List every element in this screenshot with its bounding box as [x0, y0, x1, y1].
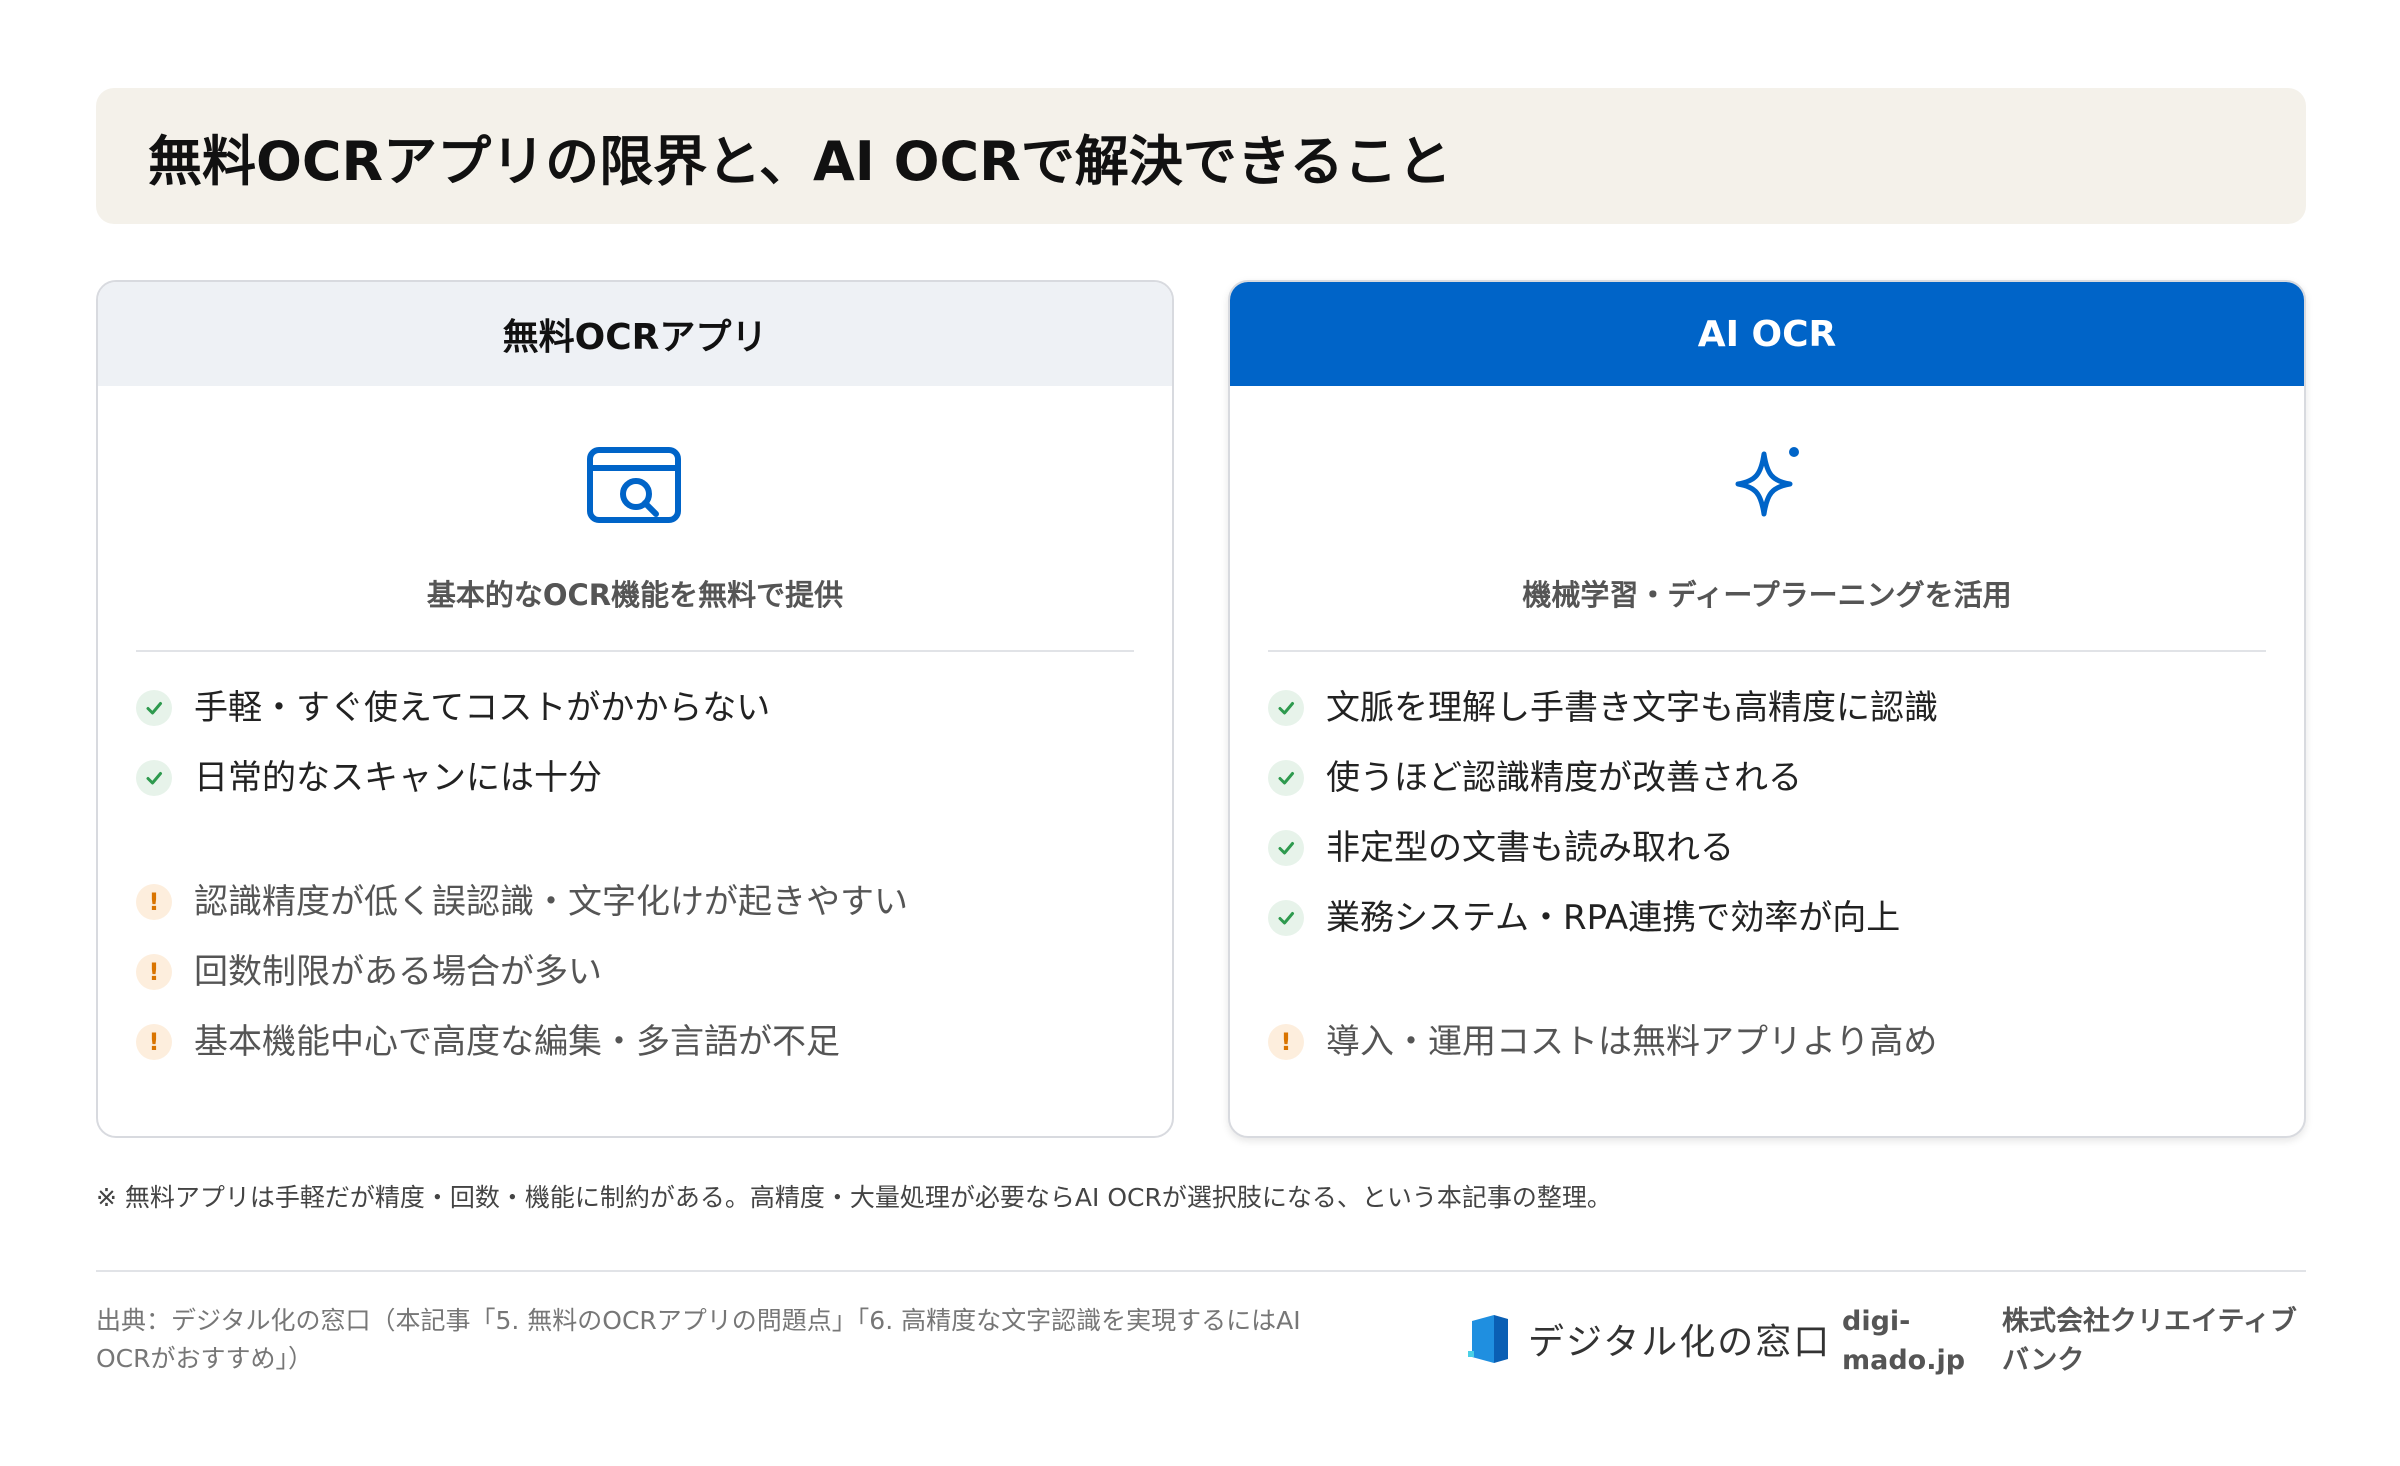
- list-item: 文脈を理解し手書き文字も高精度に認識: [1268, 680, 2284, 736]
- list-item: 業務システム・RPA連携で効率が向上: [1268, 890, 2284, 946]
- pro-text: 非定型の文書も読み取れる: [1326, 827, 1734, 868]
- check-icon: [1268, 690, 1304, 726]
- document-search-icon: [580, 432, 690, 542]
- brand-domain: digi-mado.jp: [1842, 1306, 1966, 1377]
- list-item: 非定型の文書も読み取れる: [1268, 820, 2284, 876]
- page-title: 無料OCRアプリの限界と、AI OCRで解決できること: [148, 129, 1452, 193]
- card-divider: [136, 650, 1134, 652]
- ai-ocr-card-heading: AI OCR: [1230, 282, 2304, 386]
- ai-ocr-card: AI OCR 機械学習・ディープラーニングを活用 文脈を理解し手書き文字も高精度…: [1228, 280, 2306, 1138]
- con-text: 認識精度が低く誤認識・文字化けが起きやすい: [194, 881, 908, 922]
- con-text: 導入・運用コストは無料アプリより高め: [1326, 1021, 1938, 1062]
- warning-icon: !: [1268, 1024, 1304, 1060]
- footer-divider: [96, 1270, 2306, 1272]
- infographic-page: 無料OCRアプリの限界と、AI OCRで解決できること 無料OCRアプリ 基本的…: [0, 0, 2400, 1466]
- free-ocr-card-subtitle: 基本的なOCR機能を無料で提供: [426, 578, 844, 612]
- warning-icon: !: [136, 884, 172, 920]
- sparkle-icon: [1712, 432, 1822, 542]
- free-ocr-card-heading: 無料OCRアプリ: [98, 282, 1172, 386]
- warning-icon: !: [136, 954, 172, 990]
- check-icon: [1268, 760, 1304, 796]
- list-item: 使うほど認識精度が改善される: [1268, 750, 2284, 806]
- title-band: 無料OCRアプリの限界と、AI OCRで解決できること: [96, 88, 2306, 224]
- card-divider: [1268, 650, 2266, 652]
- summary-note: ※ 無料アプリは手軽だが精度・回数・機能に制約がある。高精度・大量処理が必要なら…: [96, 1183, 1612, 1212]
- window-logo-icon: [1468, 1313, 1512, 1365]
- pro-text: 業務システム・RPA連携で効率が向上: [1326, 897, 1901, 938]
- free-ocr-card: 無料OCRアプリ 基本的なOCR機能を無料で提供 手軽・すぐ使えてコストがかから…: [96, 280, 1174, 1138]
- list-item: ! 認識精度が低く誤認識・文字化けが起きやすい: [136, 874, 1152, 930]
- con-text: 回数制限がある場合が多い: [194, 951, 602, 992]
- pro-text: 文脈を理解し手書き文字も高精度に認識: [1326, 687, 1938, 728]
- brand-logo: デジタル化の窓口: [1468, 1310, 1831, 1368]
- pro-text: 日常的なスキャンには十分: [194, 757, 602, 798]
- con-text: 基本機能中心で高度な編集・多言語が不足: [194, 1021, 840, 1062]
- list-item: ! 導入・運用コストは無料アプリより高め: [1268, 1014, 2284, 1070]
- check-icon: [1268, 830, 1304, 866]
- brand-name: デジタル化の窓口: [1528, 1322, 1832, 1363]
- source-citation: 出典：デジタル化の窓口（本記事「5. 無料のOCRアプリの問題点」「6. 高精度…: [96, 1306, 1301, 1373]
- list-item: ! 回数制限がある場合が多い: [136, 944, 1152, 1000]
- list-item: ! 基本機能中心で高度な編集・多言語が不足: [136, 1014, 1152, 1070]
- warning-icon: !: [136, 1024, 172, 1060]
- list-item: 日常的なスキャンには十分: [136, 750, 1152, 806]
- check-icon: [136, 690, 172, 726]
- ai-ocr-card-subtitle: 機械学習・ディープラーニングを活用: [1522, 578, 2012, 612]
- list-item: 手軽・すぐ使えてコストがかからない: [136, 680, 1152, 736]
- pro-text: 使うほど認識精度が改善される: [1326, 757, 1802, 798]
- check-icon: [136, 760, 172, 796]
- pro-text: 手軽・すぐ使えてコストがかからない: [194, 687, 771, 728]
- check-icon: [1268, 900, 1304, 936]
- company-name: 株式会社クリエイティブバンク: [2002, 1306, 2297, 1377]
